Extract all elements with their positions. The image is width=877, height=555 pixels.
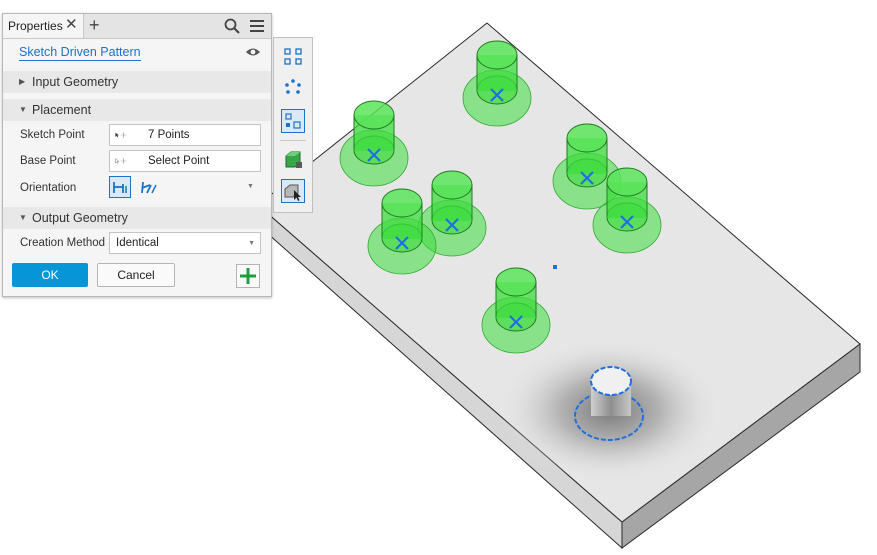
- solid-body-icon[interactable]: [281, 147, 305, 171]
- expand-arrow-icon: ▶: [19, 77, 26, 86]
- select-solid-icon[interactable]: [281, 179, 305, 203]
- section-placement[interactable]: ▼ Placement: [3, 99, 271, 121]
- sketch-point-selector[interactable]: 7 Points: [109, 124, 261, 146]
- boss-feature[interactable]: [498, 338, 722, 482]
- hamburger-menu-icon[interactable]: [248, 17, 266, 35]
- add-pattern-button[interactable]: [236, 264, 260, 288]
- sketch-point-value: 7 Points: [148, 129, 190, 141]
- tab-label: Properties: [8, 19, 63, 33]
- section-output-geometry[interactable]: ▼ Output Geometry: [3, 207, 271, 229]
- rectangular-pattern-icon[interactable]: [281, 44, 305, 68]
- base-point-value: Select Point: [148, 155, 210, 167]
- creation-method-label: Creation Method: [20, 237, 106, 249]
- orientation-identical-icon[interactable]: [109, 176, 131, 198]
- tab-properties[interactable]: Properties ✕: [3, 14, 84, 38]
- select-cursor-icon: [115, 132, 127, 138]
- search-icon[interactable]: [223, 17, 241, 35]
- sketch-point-label: Sketch Point: [20, 129, 85, 141]
- select-cursor-icon: [115, 158, 127, 164]
- ok-button[interactable]: OK: [12, 263, 88, 287]
- close-icon[interactable]: ✕: [65, 17, 78, 33]
- orientation-label: Orientation: [20, 182, 77, 194]
- chevron-down-icon: ▼: [248, 240, 255, 247]
- section-title: Placement: [32, 103, 92, 117]
- collapse-arrow-icon: ▼: [19, 105, 27, 114]
- pattern-toolbar: [273, 37, 313, 213]
- chevron-down-icon[interactable]: ▼: [247, 183, 254, 190]
- base-point-selector[interactable]: Select Point: [109, 150, 261, 172]
- collapse-arrow-icon: ▼: [19, 213, 27, 222]
- creation-method-select[interactable]: Identical ▼: [109, 232, 261, 254]
- section-title: Output Geometry: [32, 211, 128, 225]
- orientation-direction-icon[interactable]: [138, 176, 160, 198]
- section-input-geometry[interactable]: ▶ Input Geometry: [3, 71, 271, 93]
- circular-pattern-icon[interactable]: [281, 76, 305, 100]
- section-title: Input Geometry: [32, 75, 119, 89]
- plus-icon[interactable]: +: [89, 15, 100, 35]
- eye-icon[interactable]: [245, 46, 261, 58]
- feature-name-row: Sketch Driven Pattern: [3, 39, 271, 67]
- toolbar-divider: [280, 140, 306, 141]
- creation-method-value: Identical: [116, 237, 159, 249]
- panel-tab-bar: Properties ✕ +: [3, 14, 271, 39]
- cancel-button[interactable]: Cancel: [97, 263, 175, 287]
- sketch-point-marker[interactable]: [553, 265, 557, 269]
- plus-icon: [240, 268, 256, 284]
- sketch-pattern-icon[interactable]: [281, 109, 305, 133]
- properties-panel: Properties ✕ + Sketch Driven Pattern ▶ I…: [2, 13, 272, 297]
- boss-top-face: [590, 366, 632, 396]
- feature-name-field[interactable]: Sketch Driven Pattern: [19, 45, 141, 61]
- base-point-label: Base Point: [20, 155, 76, 167]
